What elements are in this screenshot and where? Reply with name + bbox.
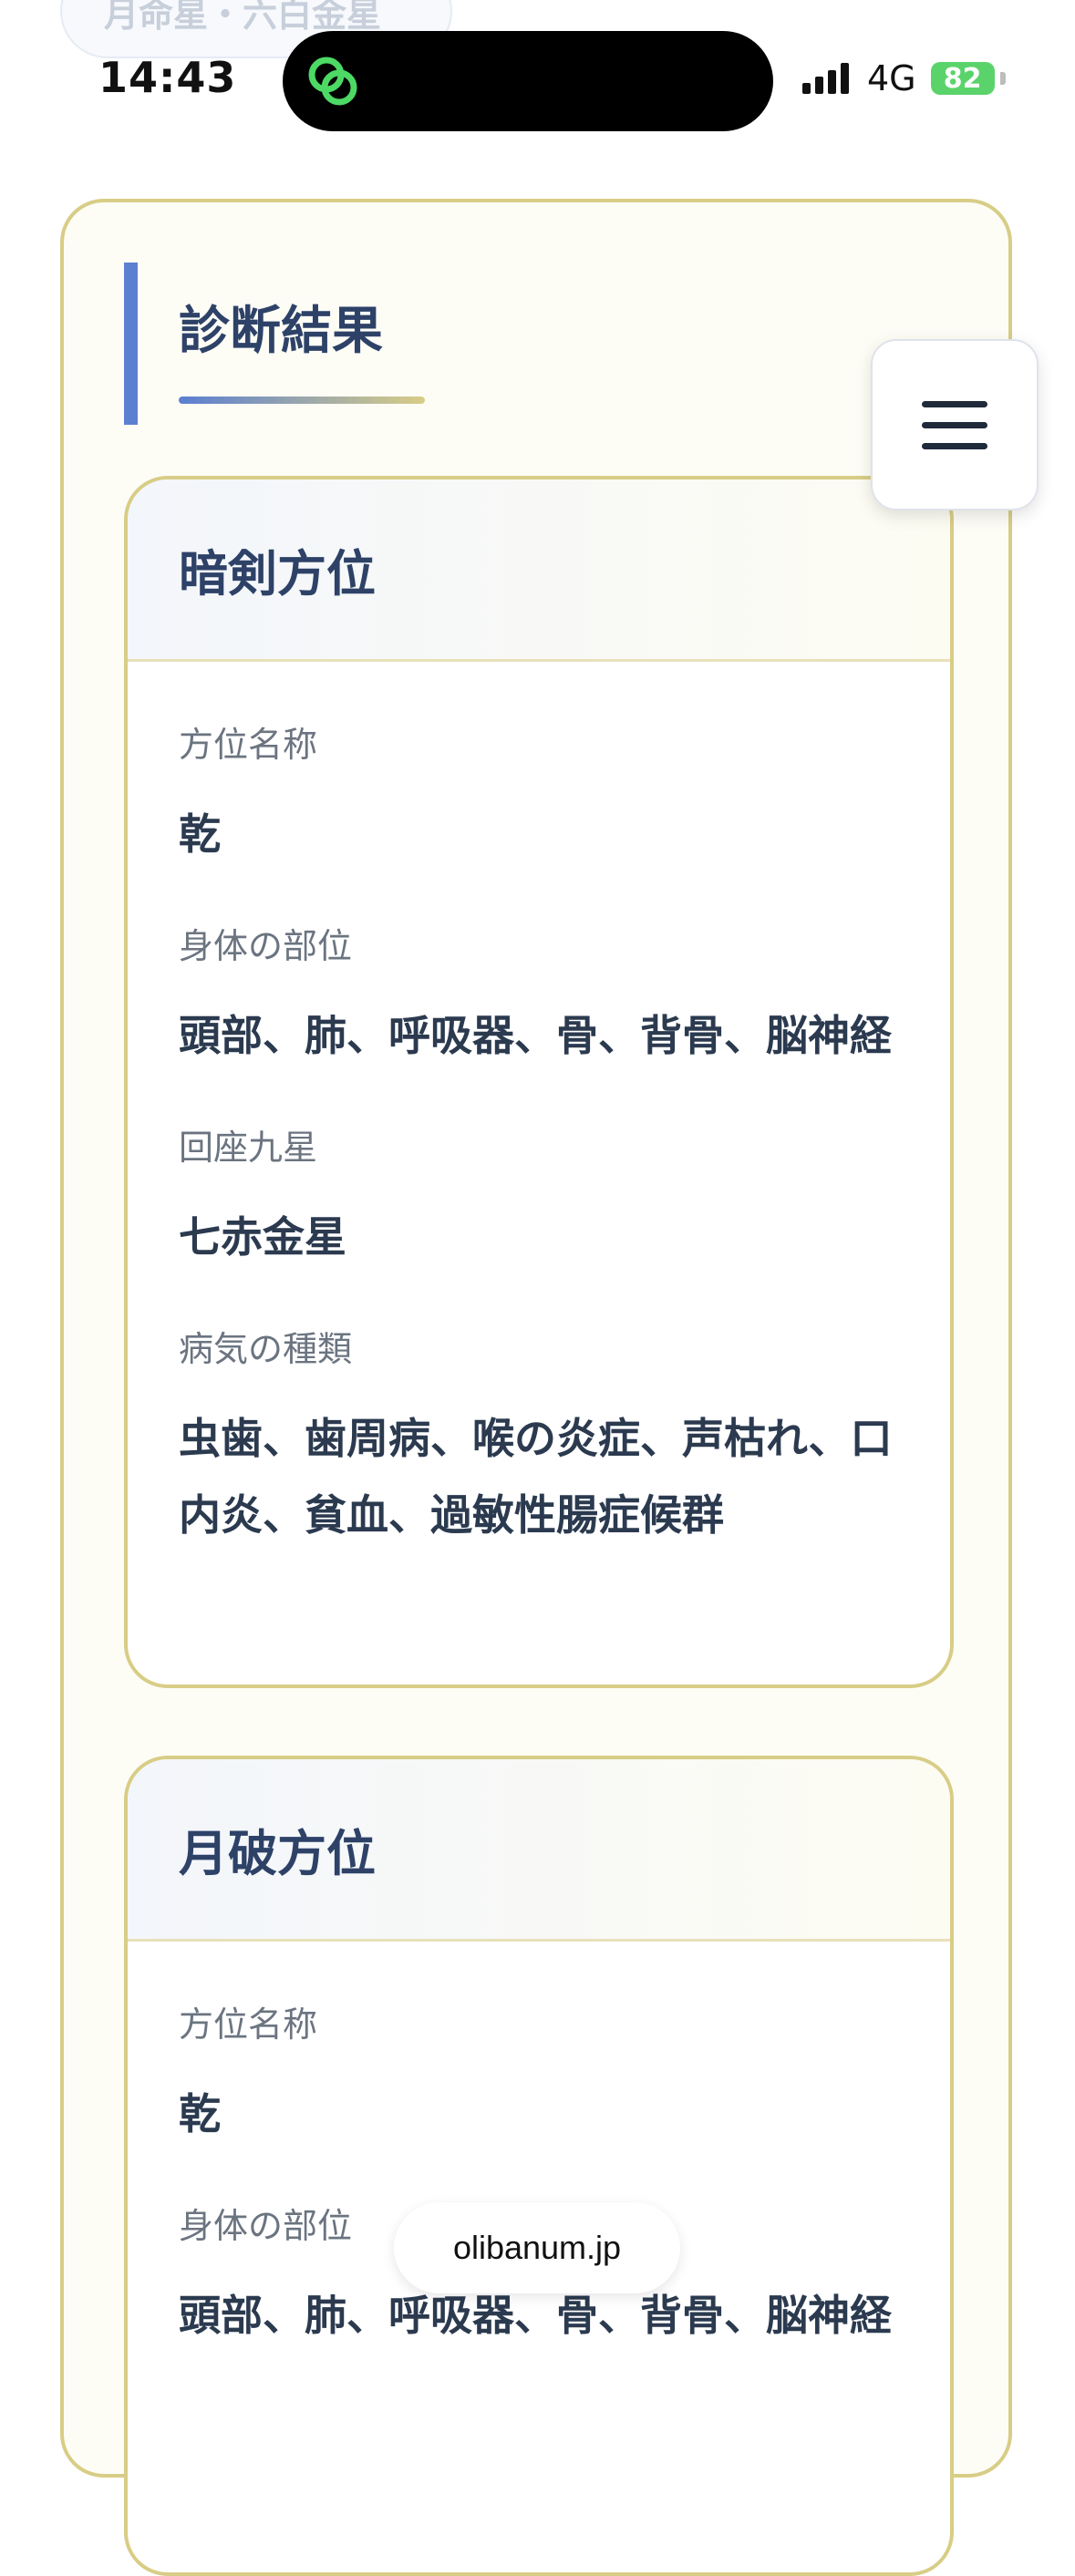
battery-tip xyxy=(999,72,1006,85)
field-label-direction-name: 方位名称 xyxy=(179,725,318,765)
battery-icon: 82 xyxy=(930,62,995,95)
hamburger-line xyxy=(922,442,987,449)
result-panel: 診断結果 暗剣方位 方位名称 乾 身体の部位 頭部、肺、呼吸器、骨、背骨、脳神経… xyxy=(60,199,1012,2576)
field-value-body-parts: 頭部、肺、呼吸器、骨、背骨、脳神経 xyxy=(179,1011,892,1060)
hamburger-line xyxy=(922,421,987,428)
field-label-direction-name: 方位名称 xyxy=(179,2004,318,2045)
card-getsuhahoui: 月破方位 方位名称 乾 身体の部位 頭部、肺、呼吸器、骨、背骨、脳神経 xyxy=(124,1756,954,2576)
card-body: 方位名称 乾 身体の部位 頭部、肺、呼吸器、骨、背骨、脳神経 回座九星 七赤金星… xyxy=(128,662,950,1635)
field-value-rotating-star: 七赤金星 xyxy=(179,1212,346,1262)
battery-level: 82 xyxy=(943,62,982,95)
card-title: 月破方位 xyxy=(179,1825,376,1882)
field-label-illness-types: 病気の種類 xyxy=(179,1329,353,1369)
status-indicators: 4G 82 xyxy=(802,58,1006,98)
browser-address-pill[interactable]: olibanum.jp xyxy=(394,2202,680,2293)
field-value-direction-name: 乾 xyxy=(179,2089,221,2138)
card-ankenhoui: 暗剣方位 方位名称 乾 身体の部位 頭部、肺、呼吸器、骨、背骨、脳神経 回座九星… xyxy=(124,476,954,1688)
field-label-rotating-star: 回座九星 xyxy=(179,1128,318,1168)
field-value-direction-name: 乾 xyxy=(179,809,221,859)
hamburger-menu-icon xyxy=(922,400,987,407)
section-header: 診断結果 xyxy=(124,263,425,425)
section-underline xyxy=(179,397,425,404)
card-title: 暗剣方位 xyxy=(179,545,376,603)
network-type: 4G xyxy=(867,58,916,98)
domain-text: olibanum.jp xyxy=(452,2229,622,2266)
dynamic-island xyxy=(283,31,773,131)
field-value-illness-types: 虫歯、歯周病、喉の炎症、声枯れ、口内炎、貧血、過敏性腸症候群 xyxy=(179,1414,893,1540)
link-rings-icon xyxy=(308,57,357,106)
cell-signal-icon xyxy=(802,63,849,94)
section-title: 診断結果 xyxy=(179,302,383,361)
status-time: 14:43 xyxy=(98,53,237,102)
card-body: 方位名称 乾 身体の部位 頭部、肺、呼吸器、骨、背骨、脳神経 xyxy=(128,1942,950,2436)
card-header: 暗剣方位 xyxy=(128,479,950,662)
card-header: 月破方位 xyxy=(128,1759,950,1942)
field-label-body-parts: 身体の部位 xyxy=(179,926,353,966)
menu-button[interactable] xyxy=(871,339,1039,510)
